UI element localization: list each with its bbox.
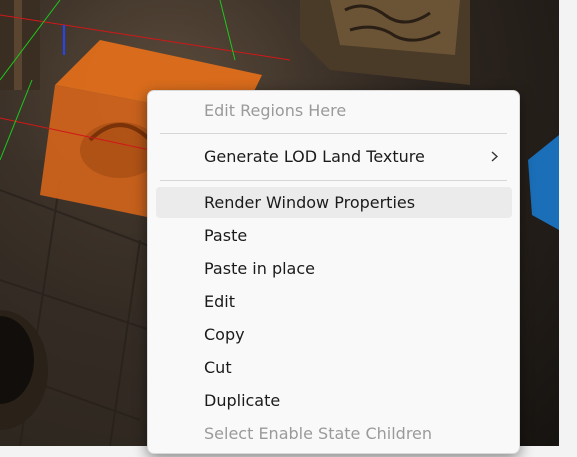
menu-item-label: Duplicate xyxy=(204,391,281,410)
window-border-right xyxy=(559,0,577,457)
context-menu: Edit Regions Here Generate LOD Land Text… xyxy=(147,90,520,454)
menu-item-generate-lod-land-texture[interactable]: Generate LOD Land Texture xyxy=(156,141,512,172)
menu-item-label: Paste in place xyxy=(204,259,315,278)
menu-item-edit[interactable]: Edit xyxy=(156,286,512,317)
menu-item-edit-regions-here: Edit Regions Here xyxy=(156,95,512,126)
menu-item-paste-in-place[interactable]: Paste in place xyxy=(156,253,512,284)
menu-item-label: Cut xyxy=(204,358,232,377)
menu-item-duplicate[interactable]: Duplicate xyxy=(156,385,512,416)
menu-item-label: Edit xyxy=(204,292,235,311)
menu-separator xyxy=(160,133,507,134)
chevron-right-icon xyxy=(491,151,498,162)
menu-item-cut[interactable]: Cut xyxy=(156,352,512,383)
menu-item-copy[interactable]: Copy xyxy=(156,319,512,350)
menu-item-label: Copy xyxy=(204,325,245,344)
menu-item-label: Select Enable State Children xyxy=(204,424,433,443)
menu-separator xyxy=(160,180,507,181)
menu-item-paste[interactable]: Paste xyxy=(156,220,512,251)
menu-item-select-enable-state-children: Select Enable State Children xyxy=(156,418,512,449)
menu-item-label: Generate LOD Land Texture xyxy=(204,147,425,166)
menu-item-label: Edit Regions Here xyxy=(204,101,347,120)
menu-item-label: Paste xyxy=(204,226,248,245)
menu-item-render-window-properties[interactable]: Render Window Properties xyxy=(156,187,512,218)
menu-item-label: Render Window Properties xyxy=(204,193,416,212)
